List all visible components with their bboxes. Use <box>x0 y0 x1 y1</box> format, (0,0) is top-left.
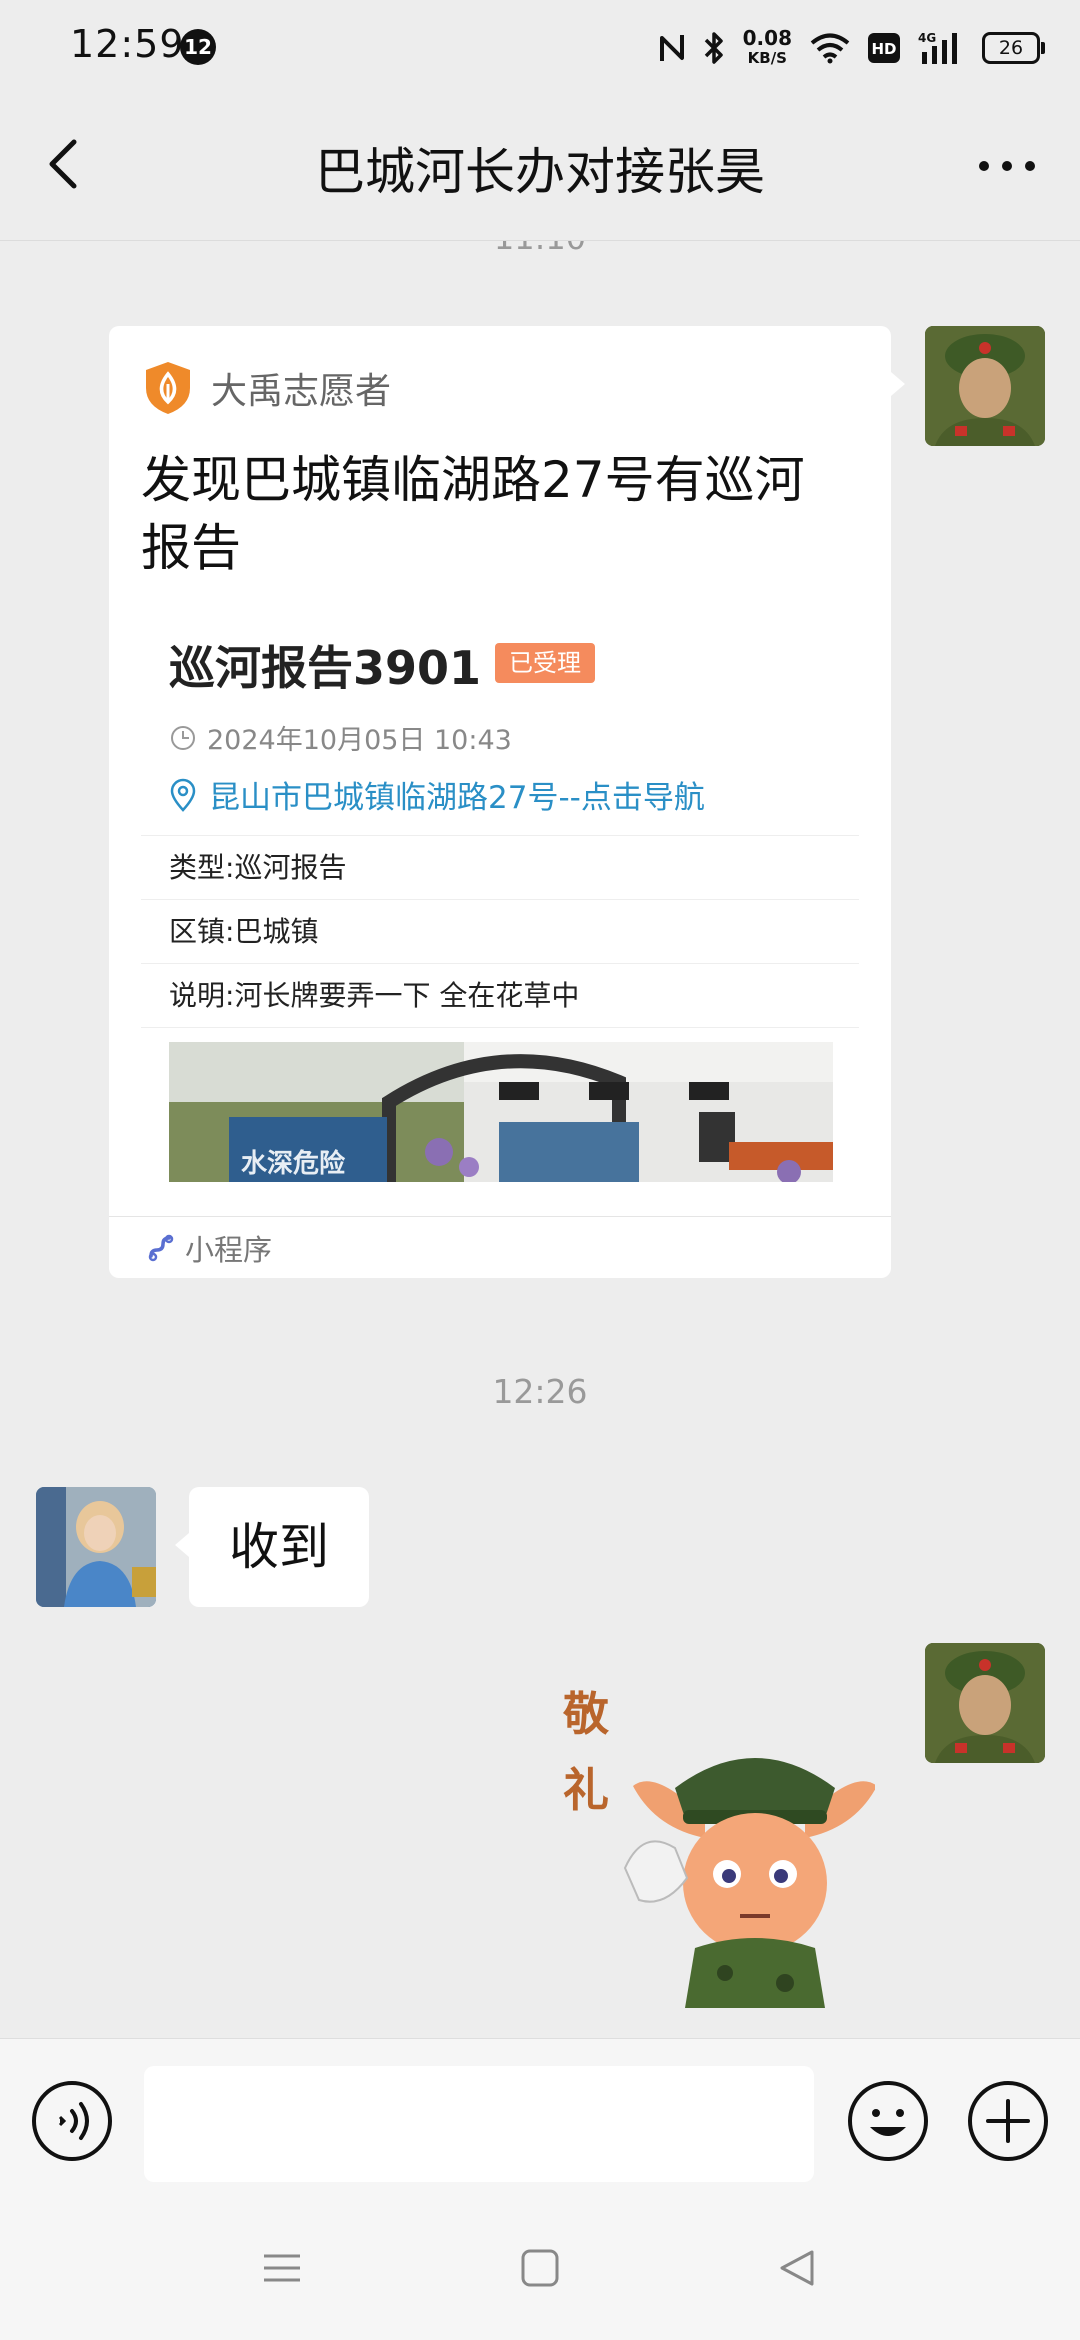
hd-label: HD <box>871 40 896 58</box>
chat-title: 巴城河长办对接张昊 <box>315 143 765 201</box>
info-label: 区镇: <box>169 915 235 948</box>
status-bar: 12:59 12 0.08 KB/S HD 4G 26 <box>0 0 1080 96</box>
photo-sign-text: 水深危险 <box>241 1148 346 1179</box>
status-time: 12:59 <box>70 22 185 66</box>
salute-cartoon-image <box>623 1758 875 2008</box>
salute-sticker[interactable]: 敬 礼 <box>555 1678 875 2008</box>
report-address-link[interactable]: 昆山市巴城镇临湖路27号--点击导航 <box>209 772 705 817</box>
mini-program-name: 大禹志愿者 <box>211 371 392 412</box>
chat-message-list[interactable]: 11:10 大禹志愿者 发现巴城镇临湖路27号有巡河报告 巡河报告3901 已受… <box>0 241 1080 2038</box>
report-date-row: 2024年10月05日 10:43 <box>169 718 512 757</box>
soldier-portrait-image <box>925 326 1045 446</box>
plus-icon[interactable] <box>966 2079 1050 2163</box>
mini-program-title: 发现巴城镇临湖路27号有巡河报告 <box>141 451 805 577</box>
mini-program-link-icon <box>148 1234 174 1261</box>
info-row-district: 区镇: 巴城镇 <box>141 899 859 963</box>
report-info-rows: 类型: 巡河报告 区镇: 巴城镇 说明: 河长牌要弄一下 全在花草中 <box>141 835 859 1028</box>
report-date: 2024年10月05日 10:43 <box>207 725 512 756</box>
cellular-signal-icon: 4G <box>918 31 957 64</box>
girl-portrait-image <box>36 1487 156 1607</box>
network-speed: 0.08 KB/S <box>743 28 792 68</box>
mini-program-label: 小程序 <box>185 1232 273 1267</box>
wifi-icon <box>810 33 850 64</box>
chat-input-bar <box>0 2038 1080 2199</box>
message-timestamp: 12:26 <box>492 1372 588 1411</box>
mini-program-source: 大禹志愿者 <box>143 360 391 416</box>
report-photo-image: 水深危险 <box>169 1042 833 1182</box>
clock-icon <box>171 725 195 750</box>
voice-icon[interactable] <box>30 2079 114 2163</box>
message-timestamp-previous: 11:10 <box>0 241 1080 257</box>
bluetooth-icon <box>704 32 723 64</box>
info-value: 河长牌要弄一下 全在花草中 <box>234 979 580 1012</box>
mini-program-footer: 小程序 <box>109 1216 891 1278</box>
menu-icon[interactable] <box>262 2248 302 2288</box>
hd-icon: HD <box>868 33 900 63</box>
info-value: 巴城镇 <box>234 915 319 948</box>
my-avatar[interactable] <box>925 326 1045 446</box>
my-avatar[interactable] <box>925 1643 1045 1763</box>
location-pin-icon <box>170 778 196 812</box>
network-speed-value: 0.08 <box>742 26 792 50</box>
message-input[interactable] <box>144 2066 814 2182</box>
battery-indicator: 26 <box>982 32 1045 64</box>
network-type-label: 4G <box>918 31 936 45</box>
home-square-icon[interactable] <box>520 2248 560 2288</box>
more-dots-icon[interactable] <box>972 146 1042 186</box>
status-icons: 0.08 KB/S HD 4G 26 <box>659 24 1045 72</box>
contact-avatar[interactable] <box>36 1487 156 1607</box>
status-badge: 已受理 <box>495 643 595 683</box>
info-label: 类型: <box>169 851 235 884</box>
report-photo[interactable]: 水深危险 <box>169 1042 833 1182</box>
nfc-icon <box>659 35 684 61</box>
soldier-portrait-image <box>925 1643 1045 1763</box>
system-nav-bar <box>0 2198 1080 2340</box>
mini-program-card[interactable]: 大禹志愿者 发现巴城镇临湖路27号有巡河报告 巡河报告3901 已受理 2024… <box>109 326 905 1278</box>
back-triangle-icon[interactable] <box>778 2248 818 2288</box>
info-row-type: 类型: 巡河报告 <box>141 835 859 899</box>
info-value: 巡河报告 <box>234 851 347 884</box>
info-label: 说明: <box>169 979 235 1012</box>
received-message-bubble[interactable]: 收到 <box>175 1487 369 1607</box>
emoji-icon[interactable] <box>846 2079 930 2163</box>
report-name: 巡河报告3901 <box>169 641 482 695</box>
shield-leaf-icon <box>146 362 190 414</box>
report-address-row[interactable]: 昆山市巴城镇临湖路27号--点击导航 <box>169 772 705 817</box>
network-speed-unit: KB/S <box>747 49 787 67</box>
chat-header: 巴城河长办对接张昊 <box>0 96 1080 241</box>
notification-count-badge: 12 <box>180 29 216 65</box>
info-row-description: 说明: 河长牌要弄一下 全在花草中 <box>141 963 859 1028</box>
